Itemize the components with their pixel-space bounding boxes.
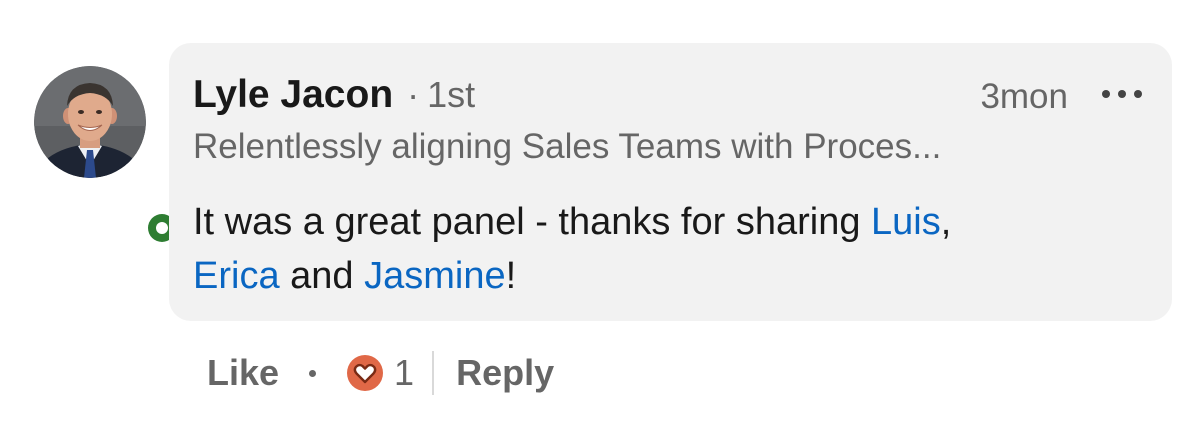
like-button[interactable]: Like bbox=[207, 352, 279, 394]
author-line: Lyle Jacon · 1st bbox=[193, 73, 475, 117]
author-separator: · bbox=[407, 74, 420, 115]
actions-separator-dot bbox=[309, 369, 317, 377]
comment-actions: Like 1 Reply bbox=[207, 348, 554, 398]
comment-text-part: ! bbox=[505, 255, 517, 297]
connection-degree: 1st bbox=[427, 74, 476, 115]
comment-text-part: , bbox=[940, 201, 952, 243]
author-avatar-container[interactable] bbox=[34, 66, 182, 248]
author-headline: Relentlessly aligning Sales Teams with P… bbox=[193, 127, 942, 166]
heart-reaction-icon[interactable] bbox=[346, 354, 384, 392]
author-name[interactable]: Lyle Jacon bbox=[193, 73, 393, 117]
mention-link-jasmine[interactable]: Jasmine bbox=[364, 255, 506, 297]
actions-divider bbox=[432, 351, 435, 395]
comment-timestamp: 3mon bbox=[980, 77, 1068, 116]
avatar[interactable] bbox=[34, 66, 146, 178]
comment-text: It was a great panel - thanks for sharin… bbox=[193, 195, 1153, 303]
comment-text-part: and bbox=[279, 255, 365, 297]
reply-button[interactable]: Reply bbox=[456, 352, 554, 394]
more-options-icon[interactable] bbox=[1102, 81, 1142, 107]
reaction-count[interactable]: 1 bbox=[394, 352, 414, 394]
mention-link-luis[interactable]: Luis bbox=[871, 201, 941, 243]
comment-text-part: It was a great panel - thanks for sharin… bbox=[193, 201, 872, 243]
comment-bubble: Lyle Jacon · 1st 3mon Relentlessly align… bbox=[169, 43, 1172, 321]
mention-link-erica[interactable]: Erica bbox=[193, 255, 280, 297]
